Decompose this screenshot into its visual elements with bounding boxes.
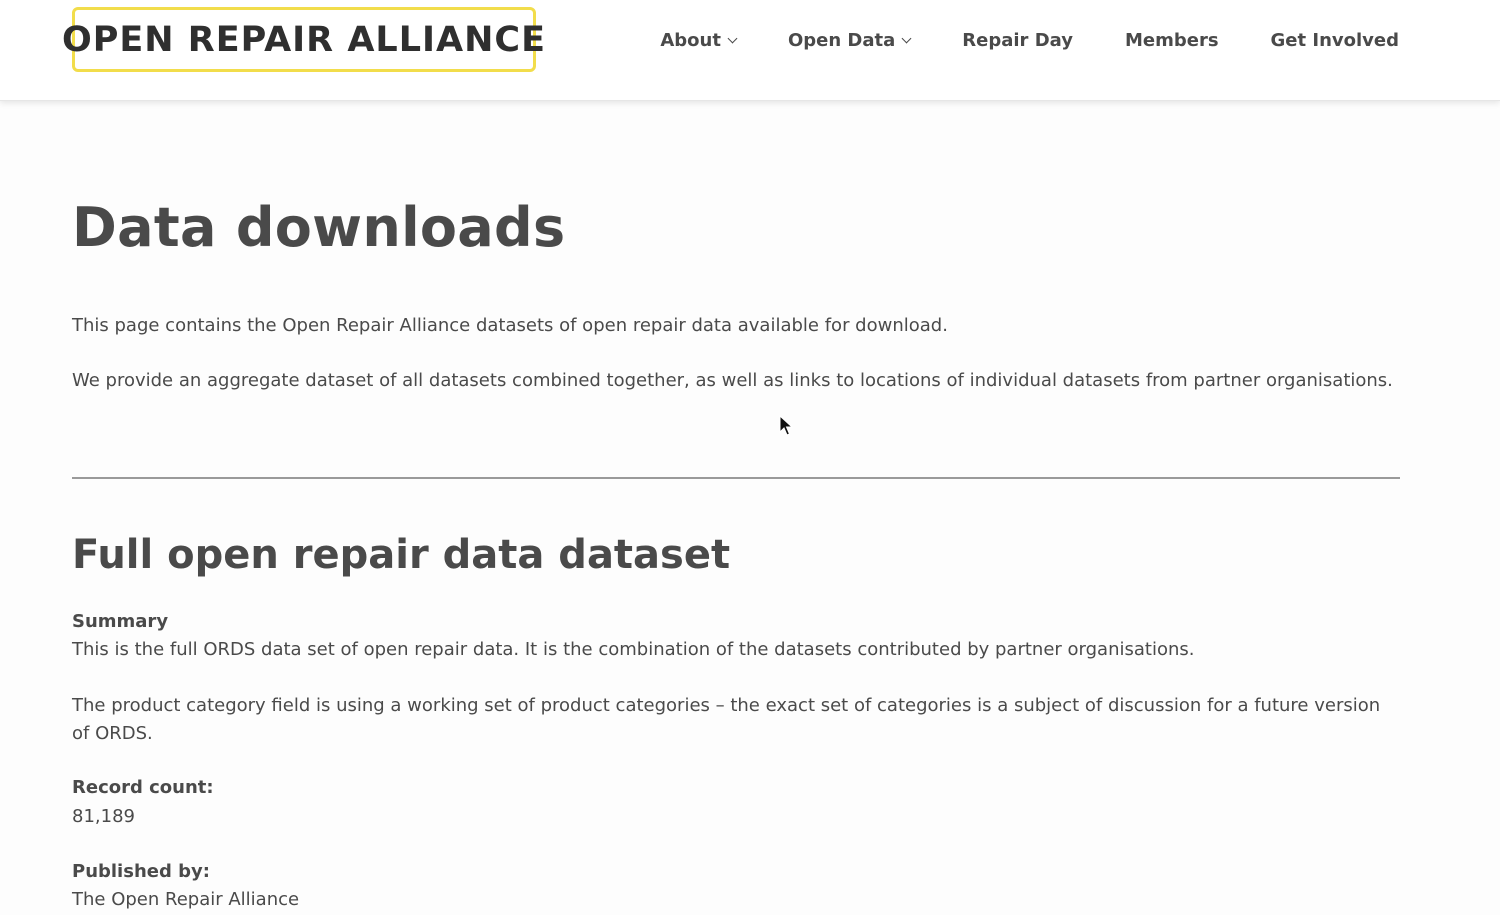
published-by-label: Published by: <box>72 861 210 882</box>
main-nav: About Open Data Repair Day Members Get I… <box>660 30 1399 51</box>
intro-paragraph-2: We provide an aggregate dataset of all d… <box>72 370 1393 391</box>
summary-text: This is the full ORDS data set of open r… <box>72 639 1195 660</box>
summary-label: Summary <box>72 611 169 632</box>
nav-item-about[interactable]: About <box>660 30 738 51</box>
nav-item-label: Repair Day <box>962 30 1073 51</box>
category-note: The product category field is using a wo… <box>72 695 1381 744</box>
nav-item-label: Open Data <box>787 30 896 51</box>
nav-item-label: Get Involved <box>1270 30 1399 51</box>
mouse-pointer-icon <box>779 415 793 436</box>
site-header: OPEN REPAIR ALLIANCE About Open Data Rep… <box>0 0 1500 101</box>
page-title: Data downloads <box>72 196 566 259</box>
nav-item-get-involved[interactable]: Get Involved <box>1271 30 1399 51</box>
chevron-down-icon <box>901 33 912 44</box>
nav-item-members[interactable]: Members <box>1125 30 1219 51</box>
nav-item-repair-day[interactable]: Repair Day <box>962 30 1073 51</box>
record-count-label: Record count: <box>72 777 214 798</box>
dataset-heading: Full open repair data dataset <box>72 532 731 578</box>
nav-item-label: Members <box>1124 30 1219 51</box>
record-count-value: 81,189 <box>72 806 135 827</box>
logo-text: OPEN REPAIR ALLIANCE <box>61 19 547 60</box>
site-logo[interactable]: OPEN REPAIR ALLIANCE <box>62 7 545 72</box>
chevron-down-icon <box>727 33 738 44</box>
section-divider <box>72 477 1400 479</box>
intro-paragraph: This page contains the Open Repair Allia… <box>72 315 948 336</box>
published-by-value: The Open Repair Alliance <box>72 889 300 910</box>
nav-item-open-data[interactable]: Open Data <box>787 30 912 51</box>
nav-item-label: About <box>660 30 721 51</box>
